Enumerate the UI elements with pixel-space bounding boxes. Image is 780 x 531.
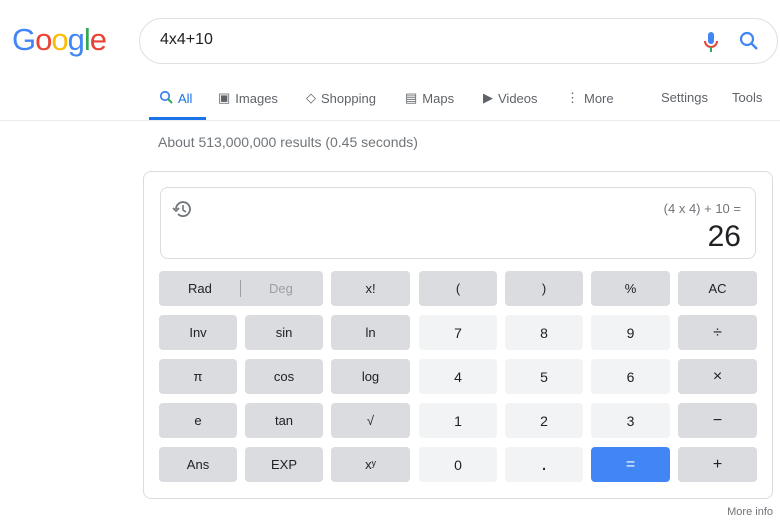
divider — [240, 280, 241, 297]
calc-button-tan[interactable]: tan — [245, 403, 323, 438]
more-info-link[interactable]: More info — [727, 506, 773, 518]
calc-button-multiply[interactable]: × — [678, 359, 757, 394]
search-icon — [159, 90, 173, 107]
calc-button-1[interactable]: 1 — [419, 403, 497, 438]
tag-icon: ◇ — [306, 90, 316, 105]
calc-button-minus[interactable]: − — [678, 403, 757, 438]
calc-button-all-clear[interactable]: AC — [678, 271, 757, 306]
search-tabs: All ▣ Images ◇ Shopping ▤ Maps ▶ Videos ⋮ Mor… — [0, 80, 780, 121]
calc-button-e[interactable]: e — [159, 403, 237, 438]
search-box — [139, 18, 778, 64]
tab-shopping[interactable]: ◇ Shopping — [306, 90, 376, 106]
calc-button-0[interactable]: 0 — [419, 447, 497, 482]
calc-button-decimal[interactable]: . — [505, 447, 583, 482]
calc-button-plus[interactable]: + — [678, 447, 757, 482]
calc-button-inv[interactable]: Inv — [159, 315, 237, 350]
tab-images[interactable]: ▣ Images — [218, 90, 278, 106]
calc-button-equals[interactable]: = — [591, 447, 670, 482]
search-input[interactable] — [160, 31, 660, 49]
calc-button-divide[interactable]: ÷ — [678, 315, 757, 350]
calc-button-exp[interactable]: EXP — [245, 447, 323, 482]
calc-button-6[interactable]: 6 — [591, 359, 670, 394]
map-icon: ▤ — [405, 90, 418, 105]
calculator-display: (4 x 4) + 10 = 26 — [160, 187, 756, 259]
calc-button-ans[interactable]: Ans — [159, 447, 237, 482]
tab-videos[interactable]: ▶ Videos — [483, 90, 538, 106]
google-logo[interactable]: Google — [12, 22, 107, 58]
calc-button-8[interactable]: 8 — [505, 315, 583, 350]
more-vert-icon: ⋮ — [566, 90, 579, 105]
tools-link[interactable]: Tools — [732, 90, 762, 105]
calculator-expression: (4 x 4) + 10 = — [663, 201, 741, 216]
tab-maps[interactable]: ▤ Maps — [405, 90, 454, 106]
rad-option[interactable]: Rad — [188, 281, 212, 296]
deg-option[interactable]: Deg — [269, 281, 293, 296]
image-icon: ▣ — [218, 90, 231, 105]
calc-button-5[interactable]: 5 — [505, 359, 583, 394]
search-icon[interactable] — [738, 30, 760, 57]
calc-button-4[interactable]: 4 — [419, 359, 497, 394]
tab-more[interactable]: ⋮ More — [566, 90, 614, 106]
calc-button-cos[interactable]: cos — [245, 359, 323, 394]
tab-all[interactable]: All — [159, 90, 192, 107]
settings-link[interactable]: Settings — [661, 90, 708, 105]
calc-button-2[interactable]: 2 — [505, 403, 583, 438]
calc-button-factorial[interactable]: x! — [331, 271, 410, 306]
microphone-icon[interactable] — [702, 30, 720, 59]
calc-button-7[interactable]: 7 — [419, 315, 497, 350]
active-tab-indicator — [149, 117, 206, 120]
calc-button-ln[interactable]: ln — [331, 315, 410, 350]
video-icon: ▶ — [483, 90, 493, 105]
result-stats: About 513,000,000 results (0.45 seconds) — [158, 134, 418, 150]
calc-button-3[interactable]: 3 — [591, 403, 670, 438]
calc-button-open-paren[interactable]: ( — [419, 271, 497, 306]
calc-button-sqrt[interactable]: √ — [331, 403, 410, 438]
rad-deg-toggle[interactable]: Rad Deg — [159, 271, 323, 306]
calc-button-percent[interactable]: % — [591, 271, 670, 306]
history-icon[interactable] — [172, 199, 192, 224]
calc-button-close-paren[interactable]: ) — [505, 271, 583, 306]
calc-button-pi[interactable]: π — [159, 359, 237, 394]
calc-button-9[interactable]: 9 — [591, 315, 670, 350]
calc-button-power[interactable]: xʸ — [331, 447, 410, 482]
calculator-result: 26 — [707, 220, 741, 253]
calc-button-sin[interactable]: sin — [245, 315, 323, 350]
calc-button-log[interactable]: log — [331, 359, 410, 394]
